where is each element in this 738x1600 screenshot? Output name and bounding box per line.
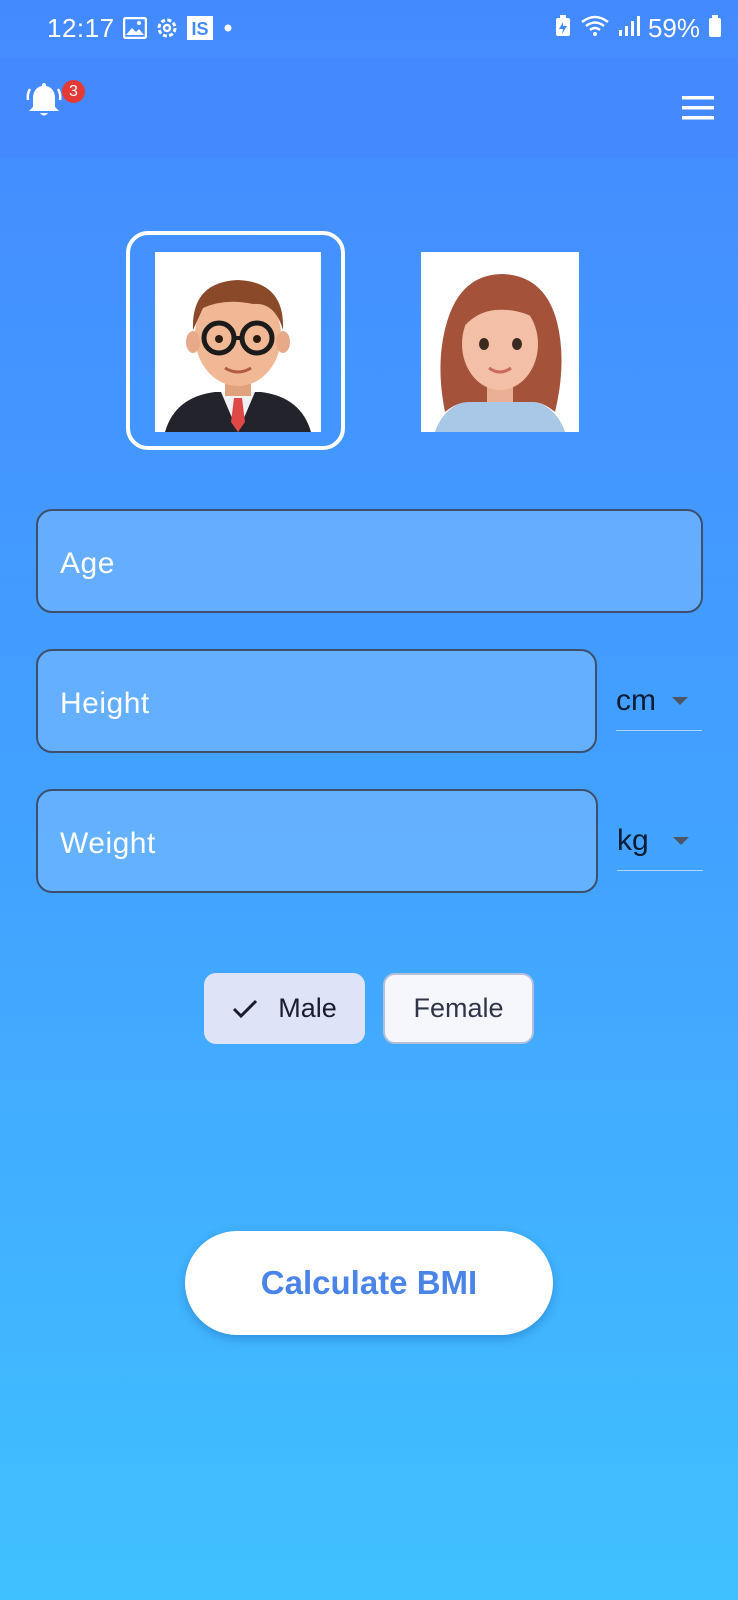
chevron-down-icon — [673, 837, 689, 845]
male-chip-label: Male — [278, 993, 337, 1023]
settings-icon — [155, 16, 179, 45]
hamburger-menu-icon[interactable] — [680, 94, 716, 122]
female-chip-label: Female — [413, 993, 504, 1023]
battery-saver-icon — [554, 14, 572, 43]
check-icon — [232, 999, 258, 1019]
calculate-bmi-label: Calculate BMI — [260, 1264, 478, 1301]
female-chip[interactable]: Female — [383, 973, 534, 1044]
bell-icon[interactable] — [24, 80, 64, 120]
status-bar: 12:17 IS 59% — [0, 0, 738, 58]
weight-unit-value: kg — [617, 824, 649, 857]
height-unit-value: cm — [616, 684, 656, 717]
female-avatar-icon[interactable] — [421, 252, 579, 432]
notification-badge: 3 — [62, 80, 85, 103]
gallery-icon — [122, 16, 148, 44]
status-left-icons: IS — [122, 16, 235, 45]
signal-icon — [618, 14, 640, 43]
weight-field[interactable]: Weight — [36, 789, 598, 893]
battery-percentage: 59% — [647, 13, 700, 43]
male-avatar-icon[interactable] — [155, 252, 321, 432]
svg-text:IS: IS — [191, 19, 208, 39]
height-field[interactable]: Height — [36, 649, 597, 753]
weight-label: Weight — [60, 827, 156, 860]
height-label: Height — [60, 687, 150, 720]
battery-icon — [708, 14, 722, 43]
weight-unit-dropdown[interactable]: kg — [617, 790, 703, 871]
chevron-down-icon — [672, 697, 688, 705]
age-label: Age — [60, 547, 115, 580]
app-is-icon: IS — [187, 16, 213, 45]
height-unit-dropdown[interactable]: cm — [616, 650, 702, 731]
wifi-icon — [580, 14, 610, 43]
status-time: 12:17 — [47, 13, 115, 43]
app-bar: 3 — [0, 58, 738, 158]
status-right: 59% — [554, 13, 722, 44]
male-chip[interactable]: Male — [204, 973, 365, 1044]
age-field[interactable]: Age — [36, 509, 703, 613]
calculate-bmi-button[interactable]: Calculate BMI — [185, 1231, 553, 1335]
dot-icon — [221, 16, 235, 45]
